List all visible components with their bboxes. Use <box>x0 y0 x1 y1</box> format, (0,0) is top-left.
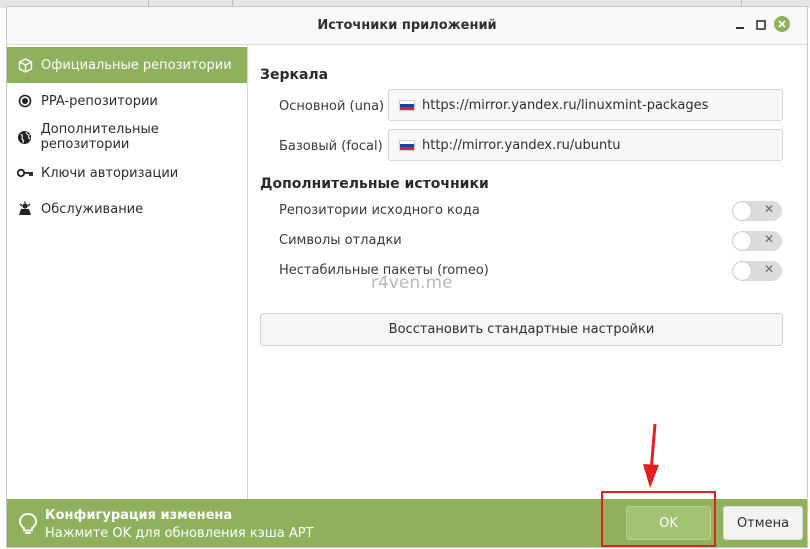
restore-defaults-button[interactable]: Восстановить стандартные настройки <box>260 313 783 346</box>
sidebar-item-official-repos[interactable]: Официальные репозитории <box>7 47 247 83</box>
software-sources-window: Источники приложений Официальные репозит… <box>6 6 808 548</box>
close-button[interactable] <box>774 16 792 34</box>
mirror-base-label: Базовый (focal) <box>279 139 383 154</box>
info-subtitle: Нажмите OK для обновления кэша APT <box>45 526 314 541</box>
toggle-knob <box>733 202 751 220</box>
ok-button[interactable]: OK <box>626 506 711 540</box>
sidebar-item-label: Официальные репозитории <box>41 57 232 73</box>
mirror-main-url: https://mirror.yandex.ru/linuxmint-packa… <box>422 97 709 113</box>
mirror-base-url: http://mirror.yandex.ru/ubuntu <box>422 137 621 153</box>
debug-symbols-toggle[interactable]: ✕ <box>732 231 782 251</box>
ppa-icon <box>17 93 33 109</box>
info-bar: Конфигурация изменена Нажмите OK для обн… <box>7 499 807 547</box>
minimize-button[interactable] <box>731 16 749 34</box>
mirrors-heading: Зеркала <box>260 67 329 83</box>
main-panel: Зеркала Основной (una) https://mirror.ya… <box>248 45 807 499</box>
window-title: Источники приложений <box>317 18 497 33</box>
maximize-button[interactable] <box>752 16 770 34</box>
key-icon <box>17 165 33 181</box>
lightbulb-icon <box>17 512 39 536</box>
sidebar-item-auth-keys[interactable]: Ключи авторизации <box>7 155 247 191</box>
sidebar: Официальные репозитории PPA-репозитории … <box>7 45 248 499</box>
info-title: Конфигурация изменена <box>45 508 233 523</box>
sidebar-item-ppa[interactable]: PPA-репозитории <box>7 83 247 119</box>
close-icon <box>774 16 790 32</box>
sidebar-item-maintenance[interactable]: Обслуживание <box>7 191 247 227</box>
sidebar-item-label: Дополнительные репозитории <box>40 122 159 152</box>
package-icon <box>17 57 33 73</box>
toggle-off-icon: ✕ <box>763 202 774 216</box>
title-bar: Источники приложений <box>7 7 807 45</box>
minimize-icon <box>736 27 744 29</box>
extra-sources-heading: Дополнительные источники <box>260 176 489 192</box>
sidebar-item-label: PPA-репозитории <box>41 93 158 109</box>
toggle-label-debug-symbols: Символы отладки <box>279 233 402 248</box>
mirror-main-label: Основной (una) <box>279 99 385 114</box>
toggle-knob <box>733 262 751 280</box>
cancel-button[interactable]: Отмена <box>723 506 803 540</box>
mirror-main-button[interactable]: https://mirror.yandex.ru/linuxmint-packa… <box>388 89 783 121</box>
ru-flag-icon <box>399 139 415 151</box>
sidebar-item-label: Обслуживание <box>41 201 144 217</box>
toggle-off-icon: ✕ <box>763 262 774 276</box>
mirror-base-button[interactable]: http://mirror.yandex.ru/ubuntu <box>388 129 783 161</box>
watermark-text: r4ven.me <box>371 273 453 293</box>
globe-icon <box>17 129 33 145</box>
ru-flag-icon <box>399 99 415 111</box>
sidebar-item-label: Ключи авторизации <box>41 165 179 181</box>
toggle-label-source-code: Репозитории исходного кода <box>279 203 480 218</box>
maximize-icon <box>756 20 766 30</box>
unstable-packages-toggle[interactable]: ✕ <box>732 261 782 281</box>
sidebar-item-additional-repos[interactable]: Дополнительные репозитории <box>7 119 247 155</box>
maintenance-icon <box>17 201 33 217</box>
source-code-toggle[interactable]: ✕ <box>732 201 782 221</box>
toggle-off-icon: ✕ <box>763 232 774 246</box>
toggle-knob <box>733 232 751 250</box>
